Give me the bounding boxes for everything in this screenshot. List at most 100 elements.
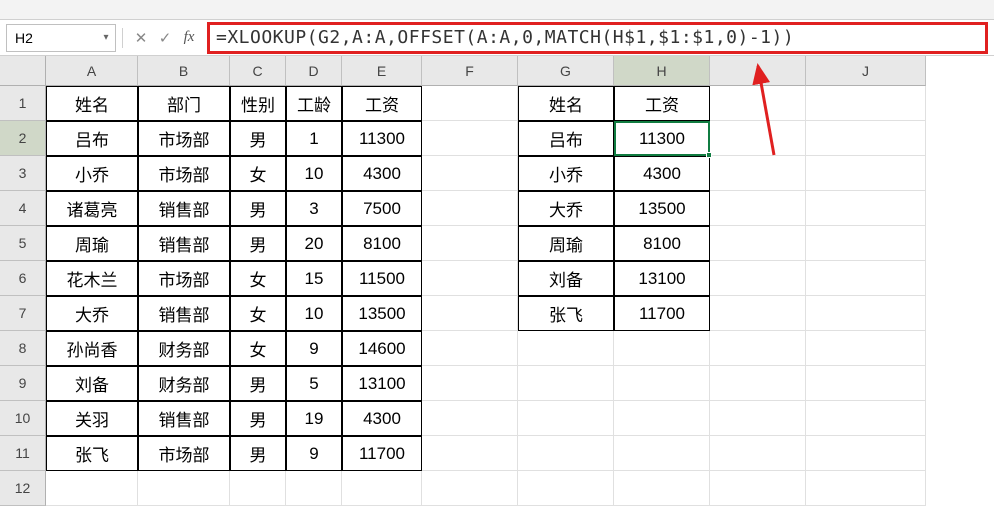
- cell-C7[interactable]: 女: [230, 296, 286, 331]
- cell-D12[interactable]: [286, 471, 342, 506]
- cell-D2[interactable]: 1: [286, 121, 342, 156]
- cell-E10[interactable]: 4300: [342, 401, 422, 436]
- cell-J1[interactable]: [806, 86, 926, 121]
- cell-A1[interactable]: 姓名: [46, 86, 138, 121]
- cell-B9[interactable]: 财务部: [138, 366, 230, 401]
- cell-C3[interactable]: 女: [230, 156, 286, 191]
- cell-I6[interactable]: [710, 261, 806, 296]
- cell-C1[interactable]: 性别: [230, 86, 286, 121]
- row-header-11[interactable]: 11: [0, 436, 46, 471]
- column-header-G[interactable]: G: [518, 56, 614, 86]
- cell-F10[interactable]: [422, 401, 518, 436]
- cell-C10[interactable]: 男: [230, 401, 286, 436]
- cell-G7[interactable]: 张飞: [518, 296, 614, 331]
- cell-H7[interactable]: 11700: [614, 296, 710, 331]
- cell-A7[interactable]: 大乔: [46, 296, 138, 331]
- cell-C8[interactable]: 女: [230, 331, 286, 366]
- cell-H3[interactable]: 4300: [614, 156, 710, 191]
- row-header-5[interactable]: 5: [0, 226, 46, 261]
- cell-A5[interactable]: 周瑜: [46, 226, 138, 261]
- column-header-E[interactable]: E: [342, 56, 422, 86]
- cell-E9[interactable]: 13100: [342, 366, 422, 401]
- cell-D1[interactable]: 工龄: [286, 86, 342, 121]
- cell-I10[interactable]: [710, 401, 806, 436]
- cell-C5[interactable]: 男: [230, 226, 286, 261]
- cell-J6[interactable]: [806, 261, 926, 296]
- cell-D7[interactable]: 10: [286, 296, 342, 331]
- formula-input[interactable]: [216, 27, 985, 48]
- cell-G3[interactable]: 小乔: [518, 156, 614, 191]
- cell-E2[interactable]: 11300: [342, 121, 422, 156]
- cell-I9[interactable]: [710, 366, 806, 401]
- cell-B1[interactable]: 部门: [138, 86, 230, 121]
- cell-G12[interactable]: [518, 471, 614, 506]
- cell-A2[interactable]: 吕布: [46, 121, 138, 156]
- confirm-formula-button[interactable]: ✓: [153, 26, 177, 50]
- chevron-down-icon[interactable]: ▾: [97, 32, 115, 43]
- cell-I3[interactable]: [710, 156, 806, 191]
- cell-I4[interactable]: [710, 191, 806, 226]
- cell-J8[interactable]: [806, 331, 926, 366]
- cell-A3[interactable]: 小乔: [46, 156, 138, 191]
- cell-E12[interactable]: [342, 471, 422, 506]
- cell-E6[interactable]: 11500: [342, 261, 422, 296]
- spreadsheet-grid[interactable]: ABCDEFGHIJ 123456789101112 姓名部门性别工龄工资姓名工…: [0, 56, 994, 522]
- cell-E5[interactable]: 8100: [342, 226, 422, 261]
- row-header-3[interactable]: 3: [0, 156, 46, 191]
- cell-B7[interactable]: 销售部: [138, 296, 230, 331]
- cell-A8[interactable]: 孙尚香: [46, 331, 138, 366]
- cell-G8[interactable]: [518, 331, 614, 366]
- cell-G10[interactable]: [518, 401, 614, 436]
- cell-E4[interactable]: 7500: [342, 191, 422, 226]
- cell-H8[interactable]: [614, 331, 710, 366]
- row-header-10[interactable]: 10: [0, 401, 46, 436]
- cell-F2[interactable]: [422, 121, 518, 156]
- cell-H12[interactable]: [614, 471, 710, 506]
- cell-A9[interactable]: 刘备: [46, 366, 138, 401]
- cell-D5[interactable]: 20: [286, 226, 342, 261]
- cell-C9[interactable]: 男: [230, 366, 286, 401]
- cell-I1[interactable]: [710, 86, 806, 121]
- cell-G1[interactable]: 姓名: [518, 86, 614, 121]
- cell-A11[interactable]: 张飞: [46, 436, 138, 471]
- row-header-4[interactable]: 4: [0, 191, 46, 226]
- cell-J12[interactable]: [806, 471, 926, 506]
- cell-E7[interactable]: 13500: [342, 296, 422, 331]
- cell-B8[interactable]: 财务部: [138, 331, 230, 366]
- row-header-9[interactable]: 9: [0, 366, 46, 401]
- cell-A10[interactable]: 关羽: [46, 401, 138, 436]
- cell-C2[interactable]: 男: [230, 121, 286, 156]
- cell-J5[interactable]: [806, 226, 926, 261]
- cancel-formula-button[interactable]: ✕: [129, 26, 153, 50]
- cell-B2[interactable]: 市场部: [138, 121, 230, 156]
- row-header-6[interactable]: 6: [0, 261, 46, 296]
- cell-C4[interactable]: 男: [230, 191, 286, 226]
- cell-H10[interactable]: [614, 401, 710, 436]
- row-header-1[interactable]: 1: [0, 86, 46, 121]
- cell-F12[interactable]: [422, 471, 518, 506]
- row-header-7[interactable]: 7: [0, 296, 46, 331]
- cell-E3[interactable]: 4300: [342, 156, 422, 191]
- cell-G2[interactable]: 吕布: [518, 121, 614, 156]
- column-header-D[interactable]: D: [286, 56, 342, 86]
- cell-J9[interactable]: [806, 366, 926, 401]
- cell-E11[interactable]: 11700: [342, 436, 422, 471]
- cell-D9[interactable]: 5: [286, 366, 342, 401]
- cell-J7[interactable]: [806, 296, 926, 331]
- cell-G6[interactable]: 刘备: [518, 261, 614, 296]
- cell-F8[interactable]: [422, 331, 518, 366]
- column-header-A[interactable]: A: [46, 56, 138, 86]
- cell-J2[interactable]: [806, 121, 926, 156]
- cell-D3[interactable]: 10: [286, 156, 342, 191]
- cell-A12[interactable]: [46, 471, 138, 506]
- cell-F4[interactable]: [422, 191, 518, 226]
- column-header-I[interactable]: I: [710, 56, 806, 86]
- column-header-C[interactable]: C: [230, 56, 286, 86]
- cell-H11[interactable]: [614, 436, 710, 471]
- cell-F6[interactable]: [422, 261, 518, 296]
- cell-G11[interactable]: [518, 436, 614, 471]
- cell-E1[interactable]: 工资: [342, 86, 422, 121]
- cell-G9[interactable]: [518, 366, 614, 401]
- column-header-B[interactable]: B: [138, 56, 230, 86]
- cell-H5[interactable]: 8100: [614, 226, 710, 261]
